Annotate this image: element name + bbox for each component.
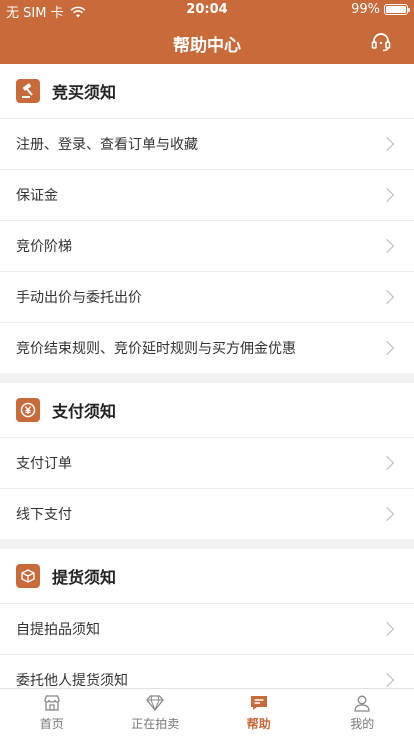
help-item-register-login[interactable]: 注册、登录、查看订单与收藏: [0, 118, 414, 169]
help-item-manual-proxy-bid[interactable]: 手动出价与委托出价: [0, 271, 414, 322]
tab-bar: 首页 正在拍卖 帮助 我的: [0, 688, 414, 736]
item-label: 保证金: [16, 188, 58, 204]
tab-label: 正在拍卖: [131, 717, 180, 731]
section-title: 支付须知: [52, 402, 117, 421]
section-payment: 支付须知 支付订单 线下支付: [0, 383, 414, 539]
help-item-proxy-pickup[interactable]: 委托他人提货须知: [0, 654, 414, 688]
yuan-coin-icon: [16, 398, 40, 422]
section-header: 竞买须知: [0, 64, 414, 118]
help-item-self-pickup[interactable]: 自提拍品须知: [0, 603, 414, 654]
section-title: 竞买须知: [52, 83, 117, 102]
battery-percent: 99%: [351, 2, 380, 17]
item-label: 手动出价与委托出价: [16, 290, 142, 306]
tab-help[interactable]: 帮助: [207, 689, 311, 736]
item-label: 线下支付: [16, 507, 72, 523]
help-item-bid-increment[interactable]: 竞价阶梯: [0, 220, 414, 271]
battery-icon: [384, 4, 410, 15]
tab-profile[interactable]: 我的: [311, 689, 414, 736]
store-icon: [44, 695, 60, 711]
auction-hammer-icon: [16, 79, 40, 103]
section-header: 支付须知: [0, 383, 414, 437]
chevron-right-icon: [379, 621, 395, 637]
chevron-right-icon: [379, 289, 395, 305]
status-right: 99%: [351, 2, 410, 17]
chevron-right-icon: [379, 136, 395, 152]
package-box-icon: [16, 564, 40, 588]
help-item-end-rules[interactable]: 竞价结束规则、竞价延时规则与买方佣金优惠: [0, 322, 414, 373]
tab-home[interactable]: 首页: [0, 689, 104, 736]
chevron-right-icon: [379, 455, 395, 471]
chevron-right-icon: [379, 506, 395, 522]
chevron-right-icon: [379, 238, 395, 254]
help-content[interactable]: 竞买须知 注册、登录、查看订单与收藏 保证金 竞价阶梯 手动出价与委托出价 竞价…: [0, 64, 414, 688]
tab-live-auction[interactable]: 正在拍卖: [104, 689, 208, 736]
page-title: 帮助中心: [173, 36, 241, 56]
chevron-right-icon: [379, 340, 395, 356]
chevron-right-icon: [379, 187, 395, 203]
item-label: 支付订单: [16, 456, 72, 472]
help-chat-icon: [250, 696, 267, 710]
item-label: 委托他人提货须知: [16, 673, 128, 688]
help-item-offline-payment[interactable]: 线下支付: [0, 488, 414, 539]
customer-service-headset-icon[interactable]: [370, 31, 392, 53]
section-title: 提货须知: [52, 568, 117, 587]
diamond-icon: [146, 695, 165, 712]
chevron-right-icon: [379, 672, 395, 688]
section-bidding: 竞买须知 注册、登录、查看订单与收藏 保证金 竞价阶梯 手动出价与委托出价 竞价…: [0, 64, 414, 373]
tab-label: 首页: [39, 717, 64, 731]
item-label: 竞价结束规则、竞价延时规则与买方佣金优惠: [16, 341, 296, 357]
user-icon: [354, 695, 370, 712]
nav-bar: 帮助中心: [0, 20, 414, 64]
section-header: 提货须知: [0, 549, 414, 603]
tab-label: 帮助: [246, 717, 271, 731]
tab-label: 我的: [350, 717, 375, 731]
battery-fill: [386, 6, 406, 13]
status-bar: 无 SIM 卡 20:04 99%: [0, 0, 414, 21]
item-label: 自提拍品须知: [16, 622, 100, 638]
section-pickup: 提货须知 自提拍品须知 委托他人提货须知: [0, 549, 414, 688]
help-item-pay-order[interactable]: 支付订单: [0, 437, 414, 488]
item-label: 注册、登录、查看订单与收藏: [16, 137, 198, 153]
item-label: 竞价阶梯: [16, 239, 72, 255]
help-item-deposit[interactable]: 保证金: [0, 169, 414, 220]
